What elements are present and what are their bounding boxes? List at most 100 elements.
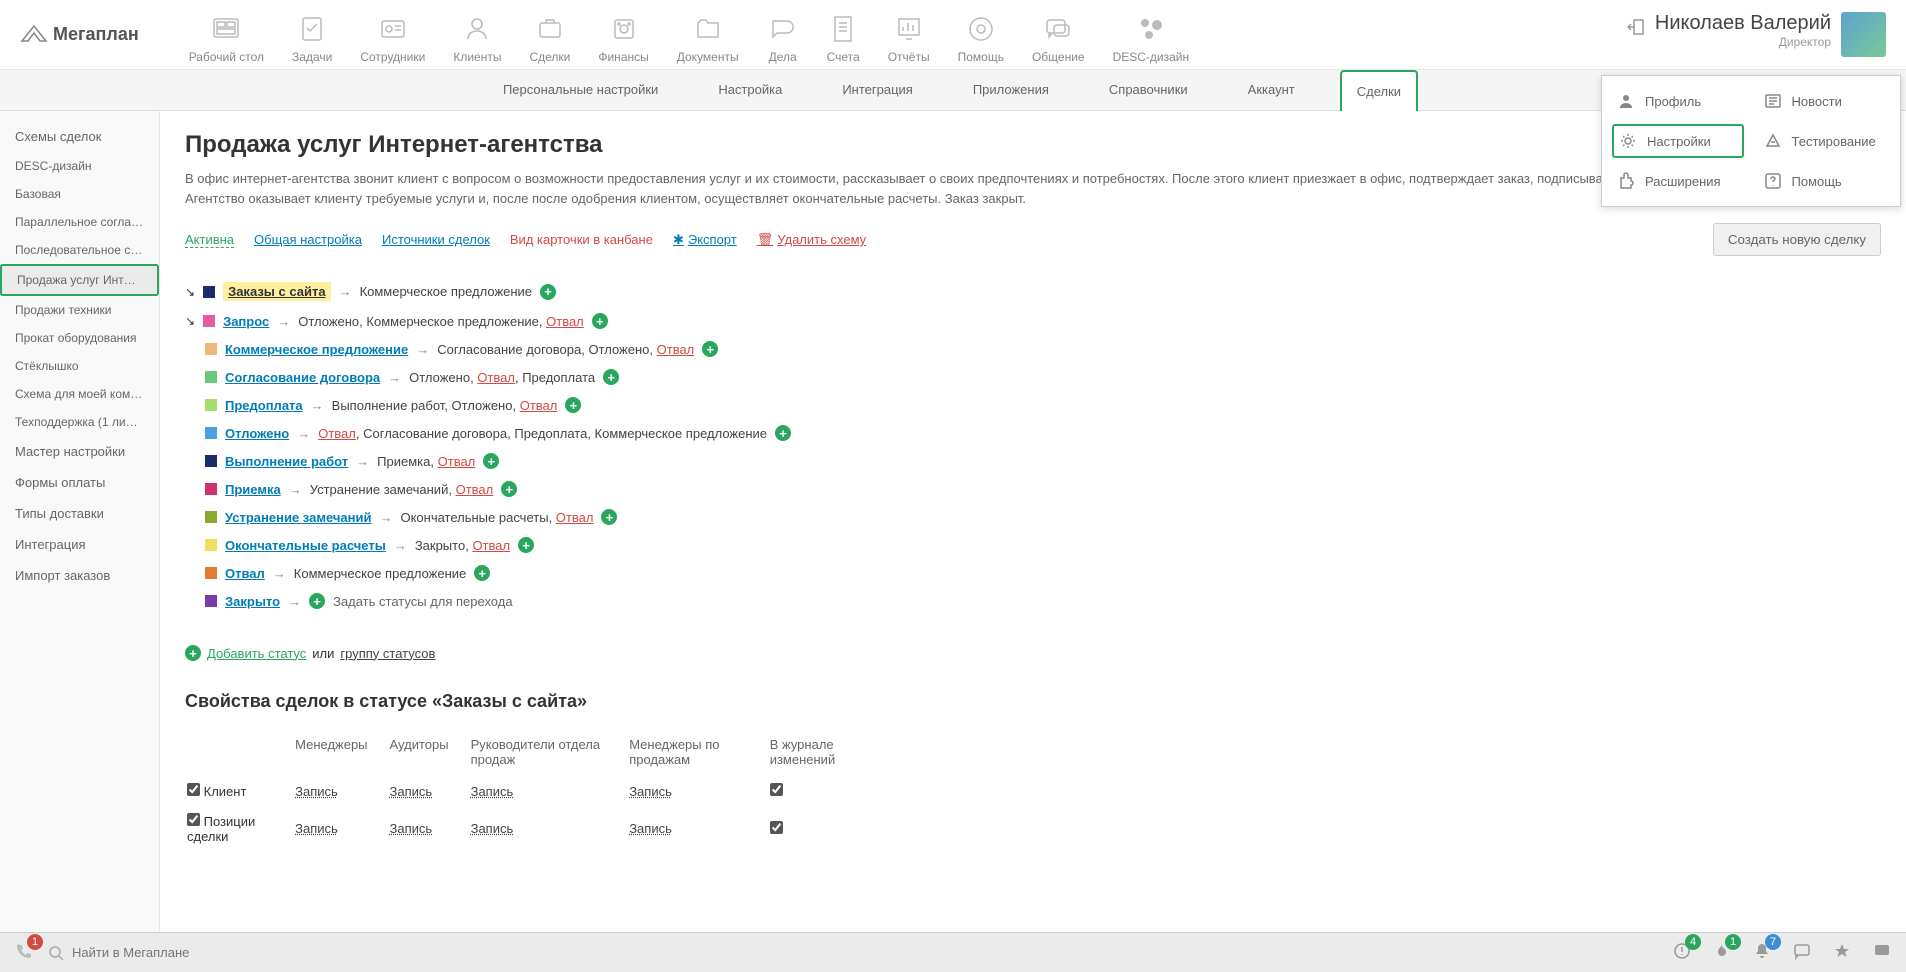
add-transition-button[interactable]: +	[775, 425, 791, 441]
transition-red[interactable]: Отвал	[472, 538, 510, 553]
add-group-link[interactable]: группу статусов	[340, 646, 435, 661]
tab-delete[interactable]: 🗑Удалить схему	[757, 232, 866, 248]
sidebar-header-integration[interactable]: Интеграция	[0, 529, 159, 560]
status-name[interactable]: Заказы с сайта	[223, 282, 331, 301]
logout-icon[interactable]	[1627, 12, 1645, 39]
nav-docs[interactable]: Документы	[677, 8, 739, 69]
set-statuses-text[interactable]: Задать статусы для перехода	[333, 594, 513, 609]
sidebar-item-support[interactable]: Техподдержка (1 линия)	[0, 408, 159, 436]
status-name[interactable]: Предоплата	[225, 398, 303, 413]
alert-icon[interactable]: 4	[1673, 942, 1691, 963]
transition-red[interactable]: Отвал	[318, 426, 356, 441]
search-input[interactable]	[72, 945, 1658, 960]
journal-checkbox[interactable]	[770, 783, 783, 796]
add-transition-button[interactable]: +	[592, 313, 608, 329]
add-transition-button[interactable]: +	[474, 565, 490, 581]
menu-help[interactable]: Помощь	[1759, 166, 1891, 196]
add-transition-button[interactable]: +	[501, 481, 517, 497]
status-name[interactable]: Устранение замечаний	[225, 510, 371, 525]
record-link[interactable]: Запись	[471, 784, 514, 799]
subnav-integration[interactable]: Интеграция	[827, 70, 928, 110]
status-name[interactable]: Согласование договора	[225, 370, 380, 385]
record-link[interactable]: Запись	[390, 784, 433, 799]
sidebar-item-basic[interactable]: Базовая	[0, 180, 159, 208]
transition[interactable]: Отложено	[298, 314, 359, 329]
transition[interactable]: Закрыто	[415, 538, 465, 553]
nav-clients[interactable]: Клиенты	[453, 8, 501, 69]
nav-desktop[interactable]: Рабочий стол	[189, 8, 264, 69]
nav-deals[interactable]: Сделки	[529, 8, 570, 69]
status-name[interactable]: Окончательные расчеты	[225, 538, 386, 553]
transition[interactable]: Коммерческое предложение	[595, 426, 767, 441]
nav-invoices[interactable]: Счета	[827, 8, 860, 69]
tab-kanban[interactable]: Вид карточки в канбане	[510, 232, 653, 247]
nav-reports[interactable]: Отчёты	[888, 8, 930, 69]
avatar[interactable]	[1841, 12, 1886, 57]
row-checkbox[interactable]	[187, 783, 200, 796]
create-deal-button[interactable]: Создать новую сделку	[1713, 223, 1881, 256]
add-transition-button[interactable]: +	[603, 369, 619, 385]
sidebar-item-internet[interactable]: Продажа услуг Интернет-аге...	[0, 264, 159, 296]
sidebar-header-payment[interactable]: Формы оплаты	[0, 467, 159, 498]
chat-footer-icon[interactable]	[1873, 942, 1891, 963]
add-transition-button[interactable]: +	[540, 284, 556, 300]
status-name[interactable]: Выполнение работ	[225, 454, 348, 469]
record-link[interactable]: Запись	[629, 784, 672, 799]
nav-employees[interactable]: Сотрудники	[360, 8, 425, 69]
subnav-personal[interactable]: Персональные настройки	[488, 70, 673, 110]
transition[interactable]: Согласование договора	[437, 342, 581, 357]
transition-red[interactable]: Отвал	[657, 342, 695, 357]
nav-tasks[interactable]: Задачи	[292, 8, 332, 69]
status-name[interactable]: Отложено	[225, 426, 289, 441]
add-status-plus[interactable]: +	[185, 645, 201, 661]
logo[interactable]: Мегаплан	[20, 8, 139, 45]
transition-red[interactable]: Отвал	[477, 370, 515, 385]
menu-extensions[interactable]: Расширения	[1612, 166, 1744, 196]
add-transition-button[interactable]: +	[518, 537, 534, 553]
transition[interactable]: Устранение замечаний	[310, 482, 449, 497]
menu-settings[interactable]: Настройки	[1612, 124, 1744, 158]
status-name[interactable]: Приемка	[225, 482, 281, 497]
transition-red[interactable]: Отвал	[456, 482, 494, 497]
status-name[interactable]: Запрос	[223, 314, 269, 329]
add-status-link[interactable]: Добавить статус	[207, 646, 306, 661]
add-transition-button[interactable]: +	[565, 397, 581, 413]
status-name[interactable]: Отвал	[225, 566, 265, 581]
transition[interactable]: Выполнение работ	[332, 398, 445, 413]
record-link[interactable]: Запись	[629, 821, 672, 836]
transition[interactable]: Отложено	[409, 370, 470, 385]
sidebar-header-delivery[interactable]: Типы доставки	[0, 498, 159, 529]
menu-profile[interactable]: Профиль	[1612, 86, 1744, 116]
fire-icon[interactable]: 1	[1713, 942, 1731, 963]
nav-affairs[interactable]: Дела	[767, 8, 799, 69]
message-icon[interactable]	[1793, 942, 1811, 963]
row-checkbox[interactable]	[187, 813, 200, 826]
transition-red[interactable]: Отвал	[556, 510, 594, 525]
sidebar-header-schemes[interactable]: Схемы сделок	[0, 121, 159, 152]
phone-icon[interactable]: 1	[15, 942, 33, 963]
subnav-apps[interactable]: Приложения	[958, 70, 1064, 110]
record-link[interactable]: Запись	[390, 821, 433, 836]
sidebar-item-sequential[interactable]: Последовательное соглас...	[0, 236, 159, 264]
transition[interactable]: Предоплата	[514, 426, 587, 441]
transition[interactable]: Отложено	[588, 342, 649, 357]
menu-news[interactable]: Новости	[1759, 86, 1891, 116]
add-transition-button[interactable]: +	[702, 341, 718, 357]
transition-red[interactable]: Отвал	[438, 454, 476, 469]
transition[interactable]: Окончательные расчеты	[400, 510, 548, 525]
sidebar-item-desc[interactable]: DESC-дизайн	[0, 152, 159, 180]
sidebar-header-wizard[interactable]: Мастер настройки	[0, 436, 159, 467]
transition[interactable]: Коммерческое предложение	[294, 566, 466, 581]
journal-checkbox[interactable]	[770, 821, 783, 834]
transition[interactable]: Приемка	[377, 454, 430, 469]
nav-desc[interactable]: DESC-дизайн	[1113, 8, 1190, 69]
sidebar-item-rental[interactable]: Прокат оборудования	[0, 324, 159, 352]
transition-red[interactable]: Отвал	[546, 314, 584, 329]
sidebar-item-glass[interactable]: Стёклышко	[0, 352, 159, 380]
record-link[interactable]: Запись	[295, 821, 338, 836]
star-icon[interactable]	[1833, 942, 1851, 963]
nav-finance[interactable]: Финансы	[598, 8, 648, 69]
status-name[interactable]: Закрыто	[225, 594, 280, 609]
record-link[interactable]: Запись	[295, 784, 338, 799]
subnav-account[interactable]: Аккаунт	[1233, 70, 1310, 110]
